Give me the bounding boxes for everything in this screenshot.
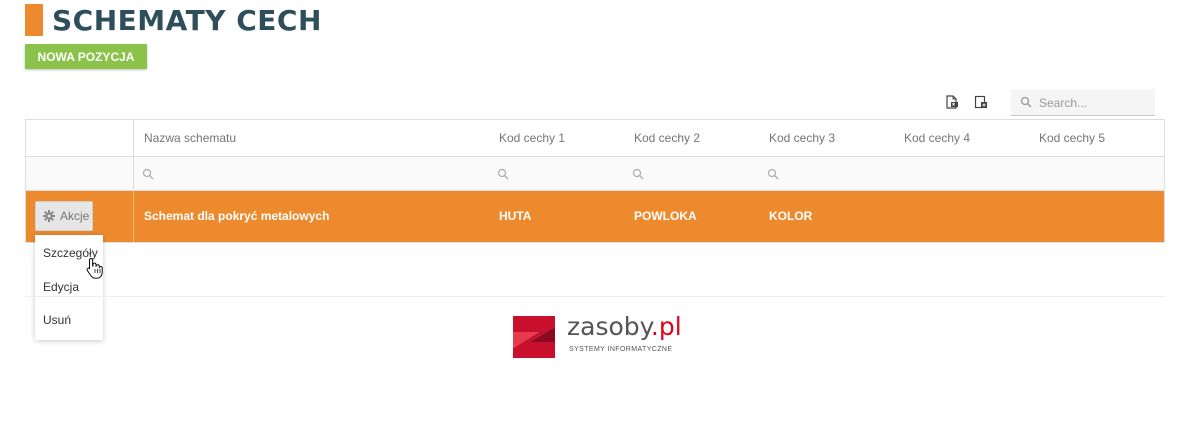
title-accent-bar: [25, 4, 43, 36]
gear-icon: [43, 210, 55, 222]
menu-item-usun[interactable]: Usuń: [43, 313, 71, 327]
row-actions-label: Akcje: [60, 209, 90, 223]
column-header-kod-cechy-1[interactable]: Kod cechy 1: [499, 131, 565, 145]
cell-nazwa-schematu: Schemat dla pokryć metalowych: [144, 209, 330, 223]
column-header-kod-cechy-3[interactable]: Kod cechy 3: [769, 131, 835, 145]
grid-header-row: Nazwa schematu Kod cechy 1 Kod cechy 2 K…: [26, 120, 1164, 157]
filter-search-icon[interactable]: [632, 168, 644, 180]
table-row[interactable]: Akcje Schemat dla pokryć metalowych HUTA…: [26, 191, 1164, 242]
grid-filter-row: [26, 157, 1164, 191]
search-input[interactable]: [1039, 93, 1151, 112]
hand-pointer-icon: [86, 257, 103, 279]
menu-item-edycja[interactable]: Edycja: [43, 280, 79, 294]
grid-search-box[interactable]: [1011, 89, 1155, 116]
row-actions-menu: Szczegóły Edycja Usuń: [35, 235, 103, 340]
search-icon: [1020, 96, 1032, 108]
cell-kod-cechy-1: HUTA: [499, 209, 532, 223]
cell-kod-cechy-2: POWLOKA: [634, 209, 697, 223]
export-excel-icon[interactable]: [945, 95, 959, 109]
page-title: SCHEMATY CECH: [52, 4, 322, 37]
row-actions-button[interactable]: Akcje: [35, 201, 93, 231]
column-header-kod-cechy-2[interactable]: Kod cechy 2: [634, 131, 700, 145]
footer-divider: [25, 296, 1165, 297]
new-item-button[interactable]: NOWA POZYCJA: [25, 44, 147, 69]
zasoby-logo-icon: [513, 316, 555, 358]
column-header-kod-cechy-4[interactable]: Kod cechy 4: [904, 131, 970, 145]
data-grid: Nazwa schematu Kod cechy 1 Kod cechy 2 K…: [25, 119, 1165, 243]
zasoby-logo-text: zasoby.pl: [567, 312, 682, 341]
filter-search-icon[interactable]: [767, 168, 779, 180]
logo-subtitle: SYSTEMY INFORMATYCZNE: [569, 346, 673, 353]
column-header-nazwa-schematu[interactable]: Nazwa schematu: [144, 131, 236, 145]
column-header-kod-cechy-5[interactable]: Kod cechy 5: [1039, 131, 1105, 145]
cell-kod-cechy-3: KOLOR: [769, 209, 813, 223]
filter-search-icon[interactable]: [142, 168, 154, 180]
filter-search-icon[interactable]: [497, 168, 509, 180]
column-chooser-icon[interactable]: [974, 95, 988, 109]
